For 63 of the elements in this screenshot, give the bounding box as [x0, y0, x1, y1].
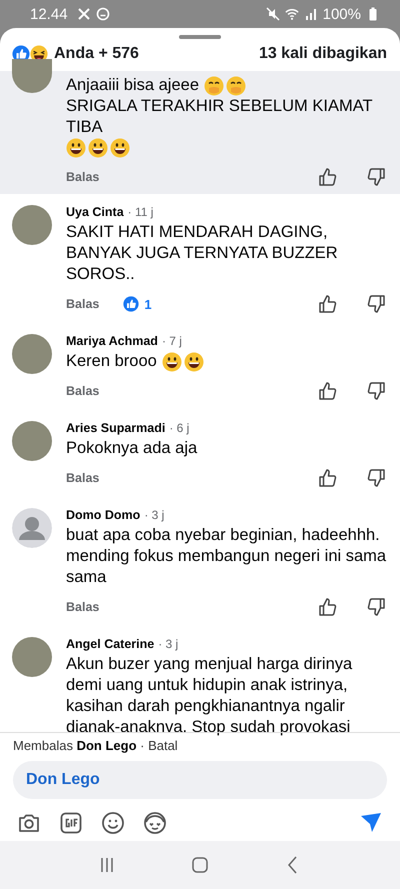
replying-to-text: Membalas Don Lego · Batal: [13, 738, 179, 753]
avatar-photo-placeholder[interactable]: [12, 421, 52, 461]
hand-over-mouth-emoji-icon: [226, 76, 246, 96]
reply-link[interactable]: Balas: [66, 297, 100, 311]
clock-time: 12.44: [30, 6, 68, 22]
grinning-emoji-icon: [88, 138, 108, 158]
like-count: 1: [144, 296, 152, 312]
avatar-photo-placeholder[interactable]: [12, 334, 52, 374]
shares-count[interactable]: 13 kali dibagikan: [258, 45, 387, 63]
comment-text: Keren brooo: [66, 351, 157, 372]
comment-text: SAKIT HATI MENDARAH DAGING, BANYAK JUGA TERNYATA BUZZER SOROS..: [66, 222, 339, 285]
comment-author[interactable]: Domo Domo: [66, 508, 140, 522]
thumbs-up-icon[interactable]: [318, 597, 338, 617]
thumbs-down-icon[interactable]: [366, 381, 386, 401]
thumbs-down-icon[interactable]: [366, 597, 386, 617]
comment-time: · 3 j: [144, 508, 164, 522]
avatar-photo-placeholder[interactable]: [12, 59, 52, 93]
thumbs-up-icon[interactable]: [318, 294, 338, 314]
reply-link[interactable]: Balas: [66, 600, 100, 614]
comment-time: · 11 j: [128, 205, 154, 219]
battery-percent: 100%: [322, 6, 361, 22]
comment-author[interactable]: Uya Cinta: [66, 205, 124, 219]
thumbs-up-icon[interactable]: [318, 167, 338, 187]
reply-link[interactable]: Balas: [66, 384, 100, 398]
comment-text: buat apa coba nyebar beginian, hadeehhh. mending fokus membangun negeri ini sama sama: [66, 525, 388, 588]
x-logo-icon: [76, 7, 91, 21]
thumbs-up-icon[interactable]: [318, 381, 338, 401]
avatar-photo-placeholder[interactable]: [12, 205, 52, 245]
default-avatar-icon[interactable]: [12, 508, 52, 548]
gif-icon[interactable]: [59, 811, 83, 835]
smiley-icon[interactable]: [101, 811, 125, 835]
grinning-emoji-icon: [184, 352, 204, 372]
avatar-photo-placeholder[interactable]: [12, 637, 52, 677]
comment-author[interactable]: Angel Caterine: [66, 637, 154, 651]
comment-time: · 6 j: [169, 421, 190, 435]
comment-input-field[interactable]: Don Lego: [13, 761, 387, 799]
comment-text: Pokoknya ada aja: [66, 438, 198, 459]
comment-text: Anjaaiii bisa ajeee: [66, 75, 200, 96]
grinning-emoji-icon: [66, 138, 86, 158]
thumbs-down-icon[interactable]: [366, 294, 386, 314]
like-reaction-icon: [123, 296, 140, 312]
face-icon: [96, 7, 110, 21]
drag-handle[interactable]: [179, 35, 221, 39]
comment-time: · 3 j: [158, 637, 178, 651]
reply-link[interactable]: Balas: [66, 170, 100, 184]
thumbs-up-icon[interactable]: [318, 468, 338, 488]
home-icon[interactable]: [190, 855, 210, 875]
signal-icon: [304, 7, 318, 21]
comment-text: SRIGALA TERAKHIR SEBELUM KIAMAT TIBA: [66, 96, 374, 138]
grinning-emoji-icon: [110, 138, 130, 158]
thumbs-down-icon[interactable]: [366, 468, 386, 488]
reply-link[interactable]: Balas: [66, 471, 100, 485]
hand-over-mouth-emoji-icon: [204, 76, 224, 96]
mute-icon: [266, 7, 280, 21]
comment-author[interactable]: Mariya Achmad: [66, 334, 158, 348]
comment-text: Akun buzer yang menjual harga dirinya demi uang untuk hidupin anak istrinya, kasihan darah pengkhianantnya ngalir dianak-anaknva. Stop sudah provokasi: [66, 654, 354, 738]
avatar-sticker-icon[interactable]: [143, 811, 167, 835]
reactions-count[interactable]: Anda + 576: [54, 45, 139, 63]
comment-author[interactable]: Aries Suparmadi: [66, 421, 166, 435]
grinning-emoji-icon: [162, 352, 182, 372]
thumbs-down-icon[interactable]: [366, 167, 386, 187]
comment-time: · 7 j: [162, 334, 182, 348]
wifi-icon: [284, 7, 299, 21]
